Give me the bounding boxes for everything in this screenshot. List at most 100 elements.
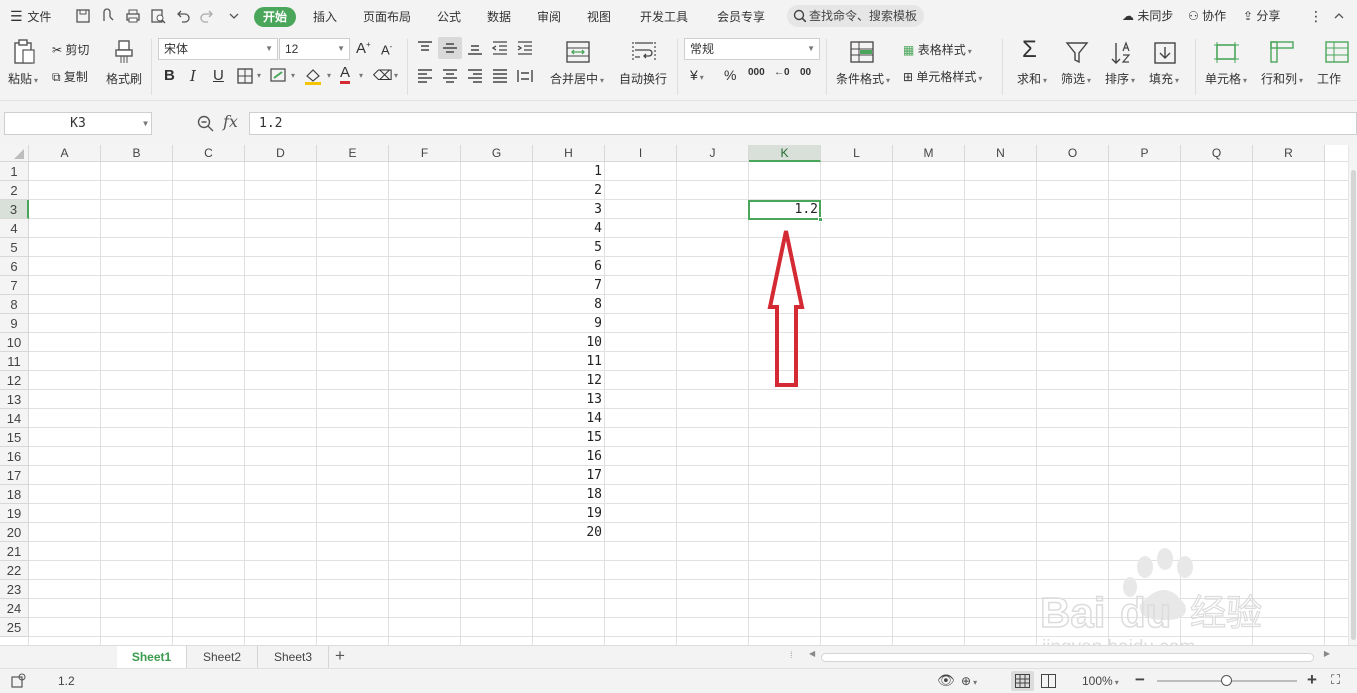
row-header[interactable]: 18	[0, 485, 29, 504]
merge-center-button[interactable]: 合并居中 ▾	[550, 70, 604, 87]
column-header[interactable]: H	[533, 145, 605, 162]
thousands-separator-button[interactable]: 000	[748, 67, 765, 78]
sort-icon[interactable]	[1109, 41, 1133, 65]
column-header[interactable]: C	[173, 145, 245, 162]
row-header[interactable]: 25	[0, 618, 29, 637]
zoom-icon[interactable]	[197, 115, 214, 132]
currency-button[interactable]: ¥ ▾	[690, 67, 704, 83]
zoom-slider-thumb[interactable]	[1221, 675, 1232, 686]
bold-button[interactable]: B	[164, 67, 175, 84]
scrollbar-track[interactable]	[821, 653, 1314, 662]
column-header[interactable]: D	[245, 145, 317, 162]
cell-style-button[interactable]: ⊞ 单元格样式 ▾	[903, 68, 982, 85]
row-header[interactable]: 23	[0, 580, 29, 599]
cell-h4[interactable]: 4	[533, 219, 605, 238]
wrap-text-button[interactable]: 自动换行	[619, 70, 667, 87]
row-header[interactable]: 16	[0, 447, 29, 466]
row-header[interactable]: 20	[0, 523, 29, 542]
row-header[interactable]: 10	[0, 333, 29, 352]
row-header[interactable]: 5	[0, 238, 29, 257]
zoom-slider[interactable]	[1157, 675, 1297, 686]
cell-h2[interactable]: 2	[533, 181, 605, 200]
font-color-button[interactable]: A	[340, 65, 351, 84]
row-header[interactable]: 1	[0, 162, 29, 181]
distributed-align-icon[interactable]	[517, 69, 533, 83]
conditional-format-icon[interactable]	[850, 41, 874, 63]
print-icon[interactable]	[125, 8, 141, 24]
collaborate-button[interactable]: ⚇ 协作	[1188, 0, 1226, 33]
row-header[interactable]: 9	[0, 314, 29, 333]
cell-shading-icon[interactable]	[270, 68, 288, 84]
merge-center-icon[interactable]	[566, 41, 590, 63]
cut-button[interactable]: ✂ 剪切	[52, 41, 89, 58]
print-preview-icon[interactable]	[150, 8, 166, 24]
tab-home[interactable]: 开始	[254, 7, 297, 27]
eraser-icon[interactable]: ⌫	[373, 67, 393, 84]
decrease-indent-icon[interactable]	[492, 41, 508, 55]
column-header[interactable]: O	[1037, 145, 1109, 162]
wrap-text-icon[interactable]	[632, 41, 656, 63]
row-col-icon[interactable]	[1270, 41, 1294, 63]
save-icon[interactable]	[75, 8, 91, 24]
cell-h18[interactable]: 18	[533, 485, 605, 504]
column-header[interactable]: R	[1253, 145, 1325, 162]
font-size-select[interactable]: 12 ▼	[279, 38, 350, 60]
underline-button[interactable]: U	[213, 67, 224, 84]
row-header[interactable]: 14	[0, 409, 29, 428]
paste-button[interactable]: 粘贴 ▾	[8, 70, 38, 87]
fullscreen-icon[interactable]: ⛶	[1331, 672, 1340, 688]
tab-member[interactable]: 会员专享	[717, 7, 765, 27]
undo-icon[interactable]	[175, 8, 191, 24]
row-header[interactable]: 11	[0, 352, 29, 371]
share-button[interactable]: ⇪ 分享	[1243, 0, 1280, 33]
chevron-down-icon[interactable]: ▾	[394, 71, 398, 80]
add-sheet-button[interactable]: +	[331, 647, 349, 666]
eye-protection-icon[interactable]: 👁	[937, 672, 955, 689]
increase-decimal-button[interactable]: ←0	[774, 67, 790, 78]
cell-h10[interactable]: 10	[533, 333, 605, 352]
percent-button[interactable]: %	[724, 67, 736, 83]
tab-data[interactable]: 数据	[487, 7, 511, 27]
row-header[interactable]: 6	[0, 257, 29, 276]
filter-icon[interactable]	[1065, 41, 1089, 65]
column-header[interactable]: K	[749, 145, 821, 162]
row-header[interactable]: 8	[0, 295, 29, 314]
cell-h13[interactable]: 13	[533, 390, 605, 409]
scroll-left-icon[interactable]: ◀	[809, 649, 815, 658]
row-header[interactable]: 3	[0, 200, 29, 219]
sheet-tab-sheet2[interactable]: Sheet2	[187, 646, 258, 668]
row-header[interactable]: 15	[0, 428, 29, 447]
customize-toolbar-icon[interactable]	[226, 8, 242, 24]
format-painter-icon[interactable]	[113, 39, 135, 65]
row-header[interactable]: 7	[0, 276, 29, 295]
italic-button[interactable]: I	[190, 67, 196, 85]
cell-h8[interactable]: 8	[533, 295, 605, 314]
row-header[interactable]: 22	[0, 561, 29, 580]
row-header[interactable]: 13	[0, 390, 29, 409]
cell-h16[interactable]: 16	[533, 447, 605, 466]
format-painter-button[interactable]: 格式刷	[106, 70, 142, 87]
chevron-down-icon[interactable]: ▾	[359, 71, 363, 80]
cell-h1[interactable]: 1	[533, 162, 605, 181]
normal-view-button[interactable]	[1011, 671, 1034, 691]
sheet-tab-sheet1[interactable]: Sheet1	[117, 646, 187, 668]
chevron-down-icon[interactable]: ▾	[291, 71, 295, 80]
column-header[interactable]: P	[1109, 145, 1181, 162]
justify-icon[interactable]	[492, 69, 508, 83]
cell-h17[interactable]: 17	[533, 466, 605, 485]
cell-h12[interactable]: 12	[533, 371, 605, 390]
align-right-icon[interactable]	[467, 69, 483, 83]
cell-icon[interactable]	[1213, 41, 1239, 63]
column-header[interactable]: E	[317, 145, 389, 162]
select-all-corner[interactable]	[0, 145, 29, 162]
font-name-select[interactable]: 宋体 ▼	[158, 38, 278, 60]
cell-h19[interactable]: 19	[533, 504, 605, 523]
cell-h14[interactable]: 14	[533, 409, 605, 428]
worksheet-button[interactable]: 工作	[1317, 70, 1341, 87]
formula-input[interactable]: 1.2	[249, 112, 1357, 135]
increase-font-icon[interactable]: A+	[356, 40, 371, 57]
decrease-decimal-button[interactable]: 00	[800, 67, 811, 78]
cell-h5[interactable]: 5	[533, 238, 605, 257]
horizontal-scrollbar[interactable]: ◀ ▶	[807, 649, 1332, 665]
align-left-icon[interactable]	[417, 69, 433, 83]
